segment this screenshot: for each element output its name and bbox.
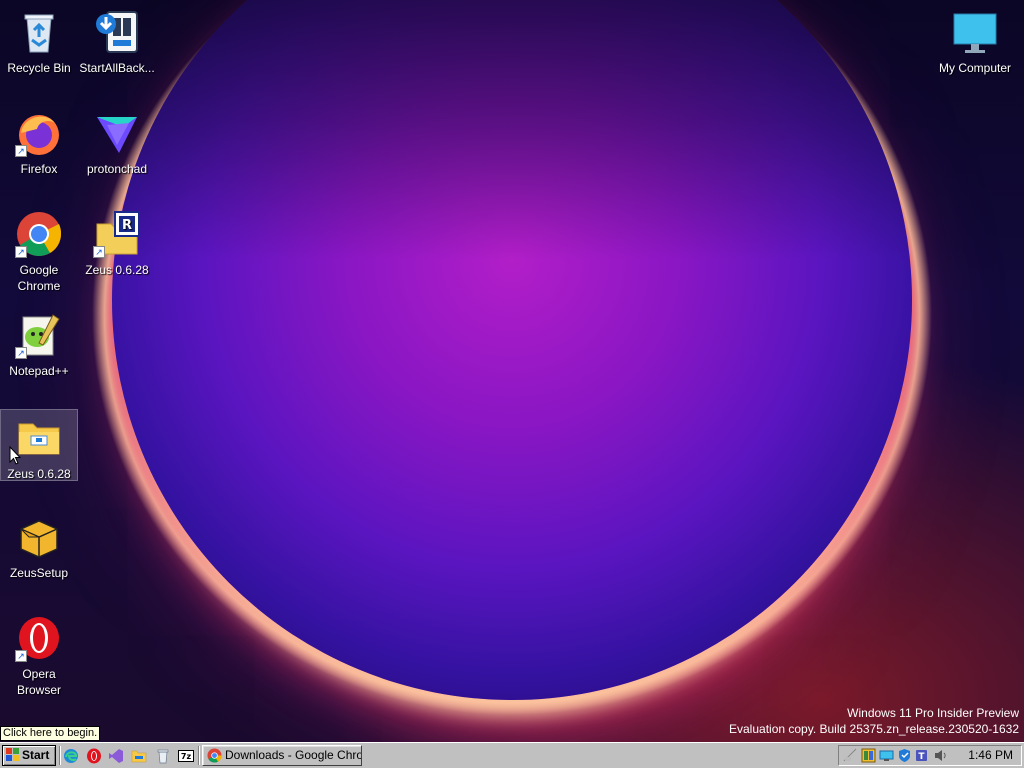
svg-text:T: T xyxy=(918,752,925,762)
system-tray: T 1:46 PM xyxy=(838,745,1022,766)
mouse-cursor-icon xyxy=(9,446,21,465)
defender-shield-icon[interactable] xyxy=(897,748,912,763)
watermark-line-2: Evaluation copy. Build 25375.zn_release.… xyxy=(729,722,1019,736)
zeus-shortcut-icon: R ↗ xyxy=(93,210,141,258)
desktop[interactable]: Recycle Bin StartAllBack... My Computer xyxy=(0,0,1024,742)
desktop-icon-my-computer[interactable]: My Computer xyxy=(937,4,1013,76)
teams-icon[interactable]: T xyxy=(915,748,930,763)
shortcut-arrow-icon: ↗ xyxy=(15,246,27,258)
start-label: Start xyxy=(22,748,50,762)
shortcut-arrow-icon: ↗ xyxy=(15,347,27,359)
windows-logo-icon xyxy=(6,748,20,762)
chrome-icon: ↗ xyxy=(15,210,63,258)
desktop-icon-notepadpp[interactable]: ↗ Notepad++ xyxy=(1,307,77,379)
desktop-icon-firefox[interactable]: ↗ Firefox xyxy=(1,105,77,177)
desktop-icon-google-chrome[interactable]: ↗ Google Chrome xyxy=(1,206,77,294)
svg-text:7z: 7z xyxy=(181,752,192,761)
taskbar-button-chrome-downloads[interactable]: Downloads - Google Chro... xyxy=(202,745,362,766)
recycle-bin-quicklaunch-icon[interactable] xyxy=(155,748,171,764)
volume-icon[interactable] xyxy=(933,748,948,763)
task-label: Downloads - Google Chro... xyxy=(225,748,362,762)
recycle-bin-icon xyxy=(15,8,63,56)
firefox-icon: ↗ xyxy=(15,109,63,157)
proton-vpn-icon xyxy=(93,109,141,157)
notepadpp-icon: ↗ xyxy=(15,311,63,359)
shortcut-arrow-icon: ↗ xyxy=(15,650,27,662)
network-icon[interactable] xyxy=(843,748,858,763)
svg-text:R: R xyxy=(122,218,132,233)
start-tooltip: Click here to begin. xyxy=(0,726,101,741)
start-button[interactable]: Start xyxy=(2,745,56,766)
7zip-icon[interactable]: 7z xyxy=(178,748,194,764)
watermark-line-1: Windows 11 Pro Insider Preview xyxy=(847,706,1019,720)
app-tray-icon[interactable] xyxy=(861,748,876,763)
startallback-icon xyxy=(93,8,141,56)
evaluation-watermark: Windows 11 Pro Insider Preview Evaluatio… xyxy=(729,705,1019,737)
opera-quicklaunch-icon[interactable] xyxy=(86,748,102,764)
opera-icon: ↗ xyxy=(15,614,63,662)
desktop-icon-startallback[interactable]: StartAllBack... xyxy=(79,4,155,76)
shortcut-arrow-icon: ↗ xyxy=(93,246,105,258)
desktop-icon-zeus-folder[interactable]: Zeus 0.6.28 xyxy=(0,409,78,481)
desktop-icon-protonchad[interactable]: protonchad xyxy=(79,105,155,177)
taskbar: Start 7z Downloads - Google Chro... T 1:… xyxy=(0,742,1024,768)
display-tray-icon[interactable] xyxy=(879,748,894,763)
desktop-icon-recycle-bin[interactable]: Recycle Bin xyxy=(1,4,77,76)
visual-studio-icon[interactable] xyxy=(108,748,124,764)
monitor-icon xyxy=(951,8,999,56)
desktop-icon-opera-browser[interactable]: ↗ Opera Browser xyxy=(1,610,77,698)
edge-icon[interactable] xyxy=(63,748,79,764)
folder-icon xyxy=(15,414,63,462)
shortcut-arrow-icon: ↗ xyxy=(15,145,27,157)
desktop-icon-zeussetup[interactable]: ZeusSetup xyxy=(1,509,77,581)
desktop-icon-zeus-shortcut[interactable]: R ↗ Zeus 0.6.28 xyxy=(79,206,155,278)
file-explorer-icon[interactable] xyxy=(131,748,147,764)
clock[interactable]: 1:46 PM xyxy=(968,748,1013,763)
chrome-icon xyxy=(207,748,222,763)
package-box-icon xyxy=(15,513,63,561)
